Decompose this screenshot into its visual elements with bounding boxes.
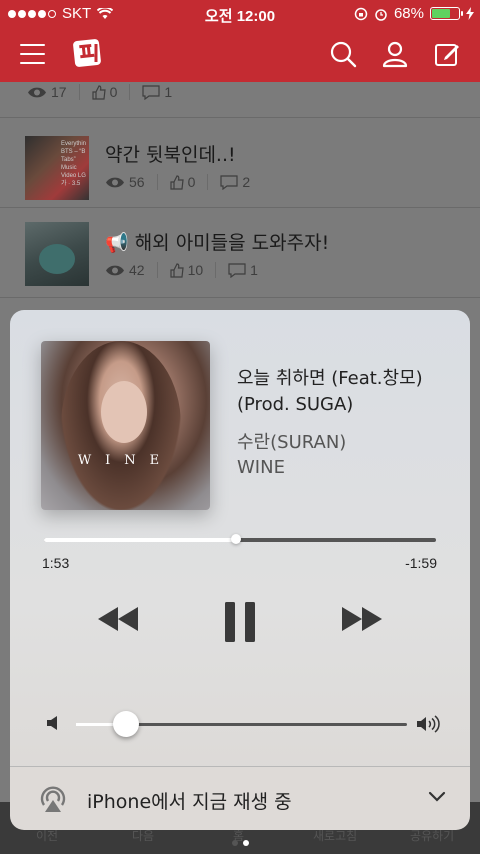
track-album: WINE	[237, 457, 285, 478]
views-eye-icon	[106, 265, 124, 275]
profile-icon[interactable]	[381, 40, 409, 68]
like-thumb-icon	[169, 262, 184, 278]
post-meta: 42 10 1	[105, 262, 282, 278]
post-meta: 56 0 2	[105, 174, 274, 190]
search-icon[interactable]	[329, 40, 357, 68]
list-item[interactable]: 17 0 1	[0, 82, 480, 118]
page-indicator	[0, 840, 480, 846]
comment-bubble-icon	[142, 84, 160, 100]
album-artwork-text: WINE	[77, 453, 174, 468]
compose-icon[interactable]	[433, 40, 461, 68]
app-logo-icon	[73, 39, 101, 67]
volume-knob[interactable]	[112, 711, 139, 737]
list-item[interactable]: Everythin BTS – “B Tabs” Music Video LG …	[0, 118, 480, 208]
alarm-icon	[375, 8, 387, 21]
comments-count: 1	[164, 84, 173, 100]
comment-bubble-icon	[220, 174, 238, 190]
orientation-lock-icon	[354, 7, 368, 20]
remaining-time: -1:59	[405, 555, 437, 571]
playback-scrubber[interactable]	[44, 534, 436, 544]
airplay-output-selector[interactable]: iPhone에서 지금 재생 중	[10, 766, 470, 830]
volume-low-icon	[47, 716, 57, 730]
elapsed-time: 1:53	[42, 555, 70, 571]
views-count: 42	[129, 262, 145, 278]
airplay-label: iPhone에서 지금 재생 중	[87, 791, 292, 813]
chevron-down-icon[interactable]	[428, 791, 446, 803]
rewind-button[interactable]	[96, 606, 140, 632]
pause-icon	[225, 602, 255, 642]
charging-bolt-icon	[466, 7, 474, 20]
fast-forward-icon	[342, 607, 382, 631]
status-bar: SKT 오전 12:00 68%	[0, 0, 480, 28]
views-eye-icon	[28, 87, 46, 97]
post-thumbnail	[25, 222, 89, 286]
views-count: 17	[51, 84, 67, 100]
views-count: 56	[129, 174, 145, 190]
scrubber-elapsed-fill	[44, 538, 237, 542]
app-logo[interactable]	[72, 36, 106, 70]
scrubber-knob[interactable]	[231, 534, 242, 544]
menu-icon[interactable]	[20, 44, 45, 64]
like-thumb-icon	[169, 174, 184, 190]
post-title: 📢 해외 아미들을 도와주자!	[105, 232, 330, 254]
app-header	[0, 28, 480, 82]
volume-high-icon	[417, 715, 440, 733]
pause-button[interactable]	[223, 602, 257, 642]
now-playing-card: WINE 오늘 취하면 (Feat.창모) (Prod. SUGA) 수란(SU…	[10, 310, 470, 797]
airplay-icon	[40, 786, 66, 812]
likes-count: 0	[109, 84, 118, 100]
album-artwork: WINE	[41, 341, 210, 510]
thumbnail-caption: Everythin BTS – “B Tabs” Music Video LG …	[61, 141, 87, 187]
post-thumbnail: Everythin BTS – “B Tabs” Music Video LG …	[25, 136, 89, 200]
track-artist: 수란(SURAN)	[237, 432, 347, 453]
battery-percent: 68%	[393, 5, 424, 22]
track-title: 오늘 취하면 (Feat.창모) (Prod. SUGA)	[237, 368, 423, 415]
comment-bubble-icon	[228, 262, 246, 278]
views-eye-icon	[106, 177, 124, 187]
likes-count: 10	[187, 262, 204, 278]
list-item[interactable]: 📢 해외 아미들을 도와주자! 42 10 1	[0, 208, 480, 298]
battery-icon	[430, 7, 463, 20]
likes-count: 0	[187, 174, 196, 190]
volume-slider[interactable]	[76, 711, 407, 737]
post-title: 약간 뒷북인데..!	[105, 144, 236, 166]
post-meta: 17 0 1	[27, 84, 196, 100]
rewind-icon	[98, 607, 138, 631]
comments-count: 2	[242, 174, 251, 190]
like-thumb-icon	[91, 84, 106, 100]
comments-count: 1	[250, 262, 258, 278]
fast-forward-button[interactable]	[340, 606, 384, 632]
